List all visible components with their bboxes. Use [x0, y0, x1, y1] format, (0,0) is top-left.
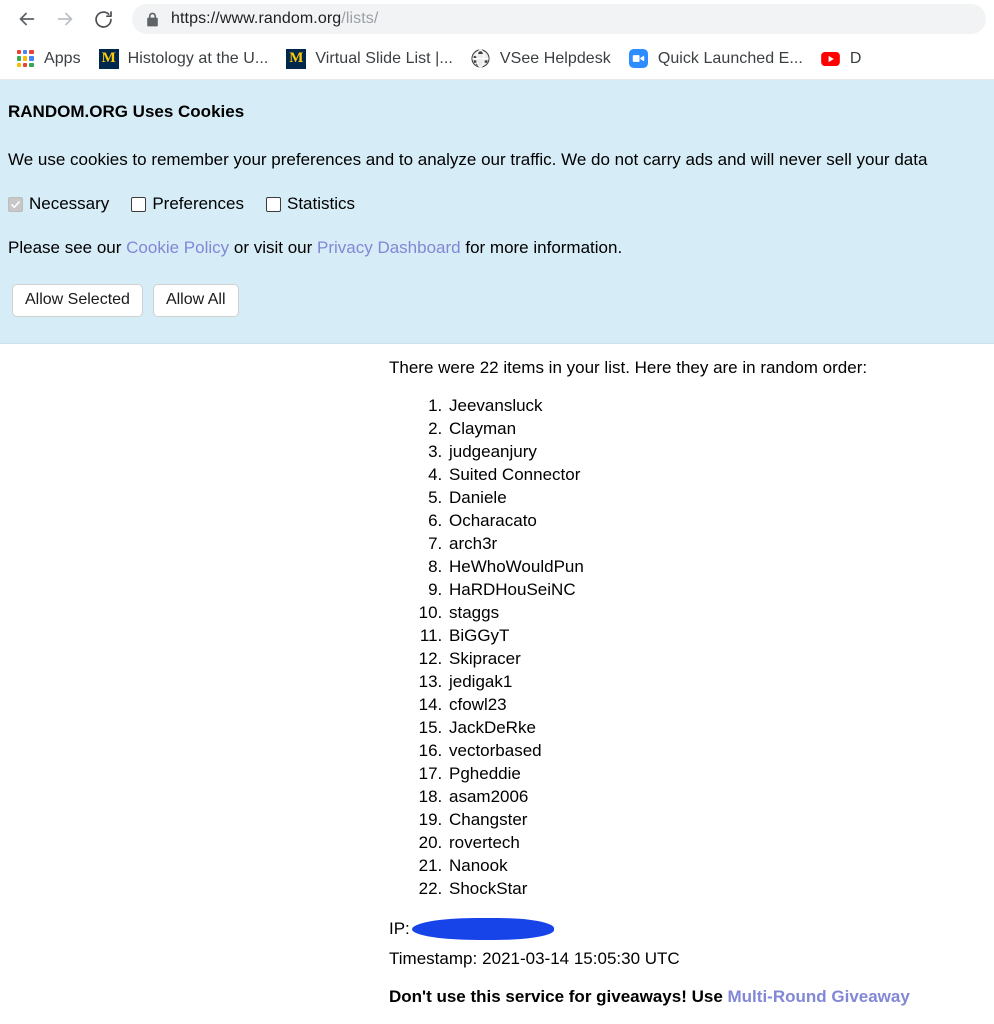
check-icon	[11, 200, 20, 208]
url-text: https://www.random.org/lists/	[171, 10, 378, 28]
apps-grid-icon	[15, 49, 35, 69]
list-item: asam2006	[447, 785, 994, 808]
cookie-choice-label: Statistics	[286, 194, 356, 213]
cookie-choice-statistics[interactable]: Statistics	[265, 194, 356, 214]
timestamp-label: Timestamp:	[389, 948, 478, 968]
allow-selected-button[interactable]: Allow Selected	[12, 284, 143, 317]
michigan-m-icon: M	[286, 48, 307, 69]
list-item: arch3r	[447, 532, 994, 555]
bookmark-histology[interactable]: M Histology at the U...	[90, 44, 278, 74]
browser-chrome: https://www.random.org/lists/ Apps M His…	[0, 0, 994, 80]
globe-icon	[471, 49, 491, 69]
bookmark-label: D	[849, 49, 862, 67]
list-item: jedigak1	[447, 670, 994, 693]
reload-button[interactable]	[84, 0, 122, 38]
arrow-left-icon	[16, 8, 38, 30]
url-domain: https://www.random.org	[171, 10, 342, 27]
cookie-choice-necessary[interactable]: Necessary	[8, 194, 109, 214]
bookmarks-bar: Apps M Histology at the U... M Virtual S…	[0, 38, 994, 80]
bookmark-youtube[interactable]: D	[812, 44, 871, 74]
list-item: Clayman	[447, 417, 994, 440]
cookie-choice-preferences[interactable]: Preferences	[131, 194, 244, 214]
bookmark-label: Virtual Slide List |...	[315, 49, 453, 67]
bookmark-label: Apps	[44, 49, 81, 67]
lock-icon	[146, 12, 159, 27]
bookmark-apps[interactable]: Apps	[6, 44, 90, 74]
randomized-list: JeevansluckClaymanjudgeanjurySuited Conn…	[389, 394, 994, 900]
list-item: vectorbased	[447, 739, 994, 762]
bookmark-virtual-slide-list[interactable]: M Virtual Slide List |...	[277, 44, 462, 74]
youtube-icon	[821, 49, 841, 69]
multi-round-giveaway-link[interactable]: Multi-Round Giveaway	[728, 987, 910, 1006]
checkbox-statistics[interactable]	[265, 196, 281, 212]
list-item: Nanook	[447, 854, 994, 877]
cookie-policy-links: Please see our Cookie Policy or visit ou…	[8, 238, 994, 258]
cookie-policy-link[interactable]: Cookie Policy	[126, 238, 229, 257]
ip-line: IP:	[389, 917, 994, 940]
arrow-right-icon	[54, 8, 76, 30]
ip-label: IP:	[389, 918, 410, 938]
list-item: Changster	[447, 808, 994, 831]
checkbox-necessary[interactable]	[8, 196, 23, 212]
list-item: Suited Connector	[447, 463, 994, 486]
timestamp-line: Timestamp: 2021-03-14 15:05:30 UTC	[389, 949, 994, 969]
links-prefix-text: Please see our	[8, 238, 127, 257]
list-item: cfowl23	[447, 693, 994, 716]
checkbox-preferences[interactable]	[131, 196, 147, 212]
cookie-choice-label: Preferences	[152, 194, 244, 213]
bookmark-label: Histology at the U...	[127, 49, 269, 67]
list-item: Ocharacato	[447, 509, 994, 532]
address-bar[interactable]: https://www.random.org/lists/	[132, 4, 986, 34]
privacy-dashboard-link[interactable]: Privacy Dashboard	[317, 238, 461, 257]
list-item: ShockStar	[447, 877, 994, 900]
cookie-banner-title: RANDOM.ORG Uses Cookies	[8, 102, 245, 121]
list-item: Skipracer	[447, 647, 994, 670]
giveaway-notice: Don't use this service for giveaways! Us…	[389, 987, 994, 1007]
links-suffix-text: for more information.	[460, 238, 623, 257]
cookie-choice-label: Necessary	[29, 194, 110, 213]
cookie-banner-body: We use cookies to remember your preferen…	[8, 150, 928, 169]
list-item: HeWhoWouldPun	[447, 555, 994, 578]
ip-redaction-mark	[411, 917, 554, 940]
list-item: Pgheddie	[447, 762, 994, 785]
results-intro-text: There were 22 items in your list. Here t…	[389, 357, 868, 377]
bookmark-label: VSee Helpdesk	[499, 49, 611, 67]
forward-button[interactable]	[46, 0, 84, 38]
list-item: Jeevansluck	[447, 394, 994, 417]
list-item: staggs	[447, 601, 994, 624]
bookmark-vsee-helpdesk[interactable]: VSee Helpdesk	[462, 44, 620, 74]
bookmark-label: Quick Launched E...	[657, 49, 803, 67]
browser-toolbar: https://www.random.org/lists/	[0, 0, 994, 38]
page-content: There were 22 items in your list. Here t…	[0, 343, 994, 1007]
cookie-choices: Necessary Preferences Statistics	[8, 194, 994, 214]
bookmark-quick-launched[interactable]: Quick Launched E...	[620, 44, 812, 74]
list-item: rovertech	[447, 831, 994, 854]
list-item: judgeanjury	[447, 440, 994, 463]
michigan-m-icon: M	[98, 48, 119, 69]
list-item: Daniele	[447, 486, 994, 509]
results-container: There were 22 items in your list. Here t…	[389, 358, 994, 1007]
timestamp-value: 2021-03-14 15:05:30 UTC	[482, 948, 680, 968]
links-middle-text: or visit our	[229, 238, 317, 257]
reload-icon	[93, 9, 114, 30]
list-item: BiGGyT	[447, 624, 994, 647]
list-item: JackDeRke	[447, 716, 994, 739]
url-path: /lists/	[341, 10, 379, 27]
cookie-banner-buttons: Allow Selected Allow All	[12, 284, 994, 317]
allow-all-button[interactable]: Allow All	[152, 284, 239, 317]
zoom-video-icon	[629, 49, 649, 69]
list-item: HaRDHouSeiNC	[447, 578, 994, 601]
giveaway-notice-text: Don't use this service for giveaways! Us…	[389, 986, 728, 1006]
back-button[interactable]	[8, 0, 46, 38]
cookie-consent-banner: RANDOM.ORG Uses Cookies We use cookies t…	[0, 80, 994, 344]
